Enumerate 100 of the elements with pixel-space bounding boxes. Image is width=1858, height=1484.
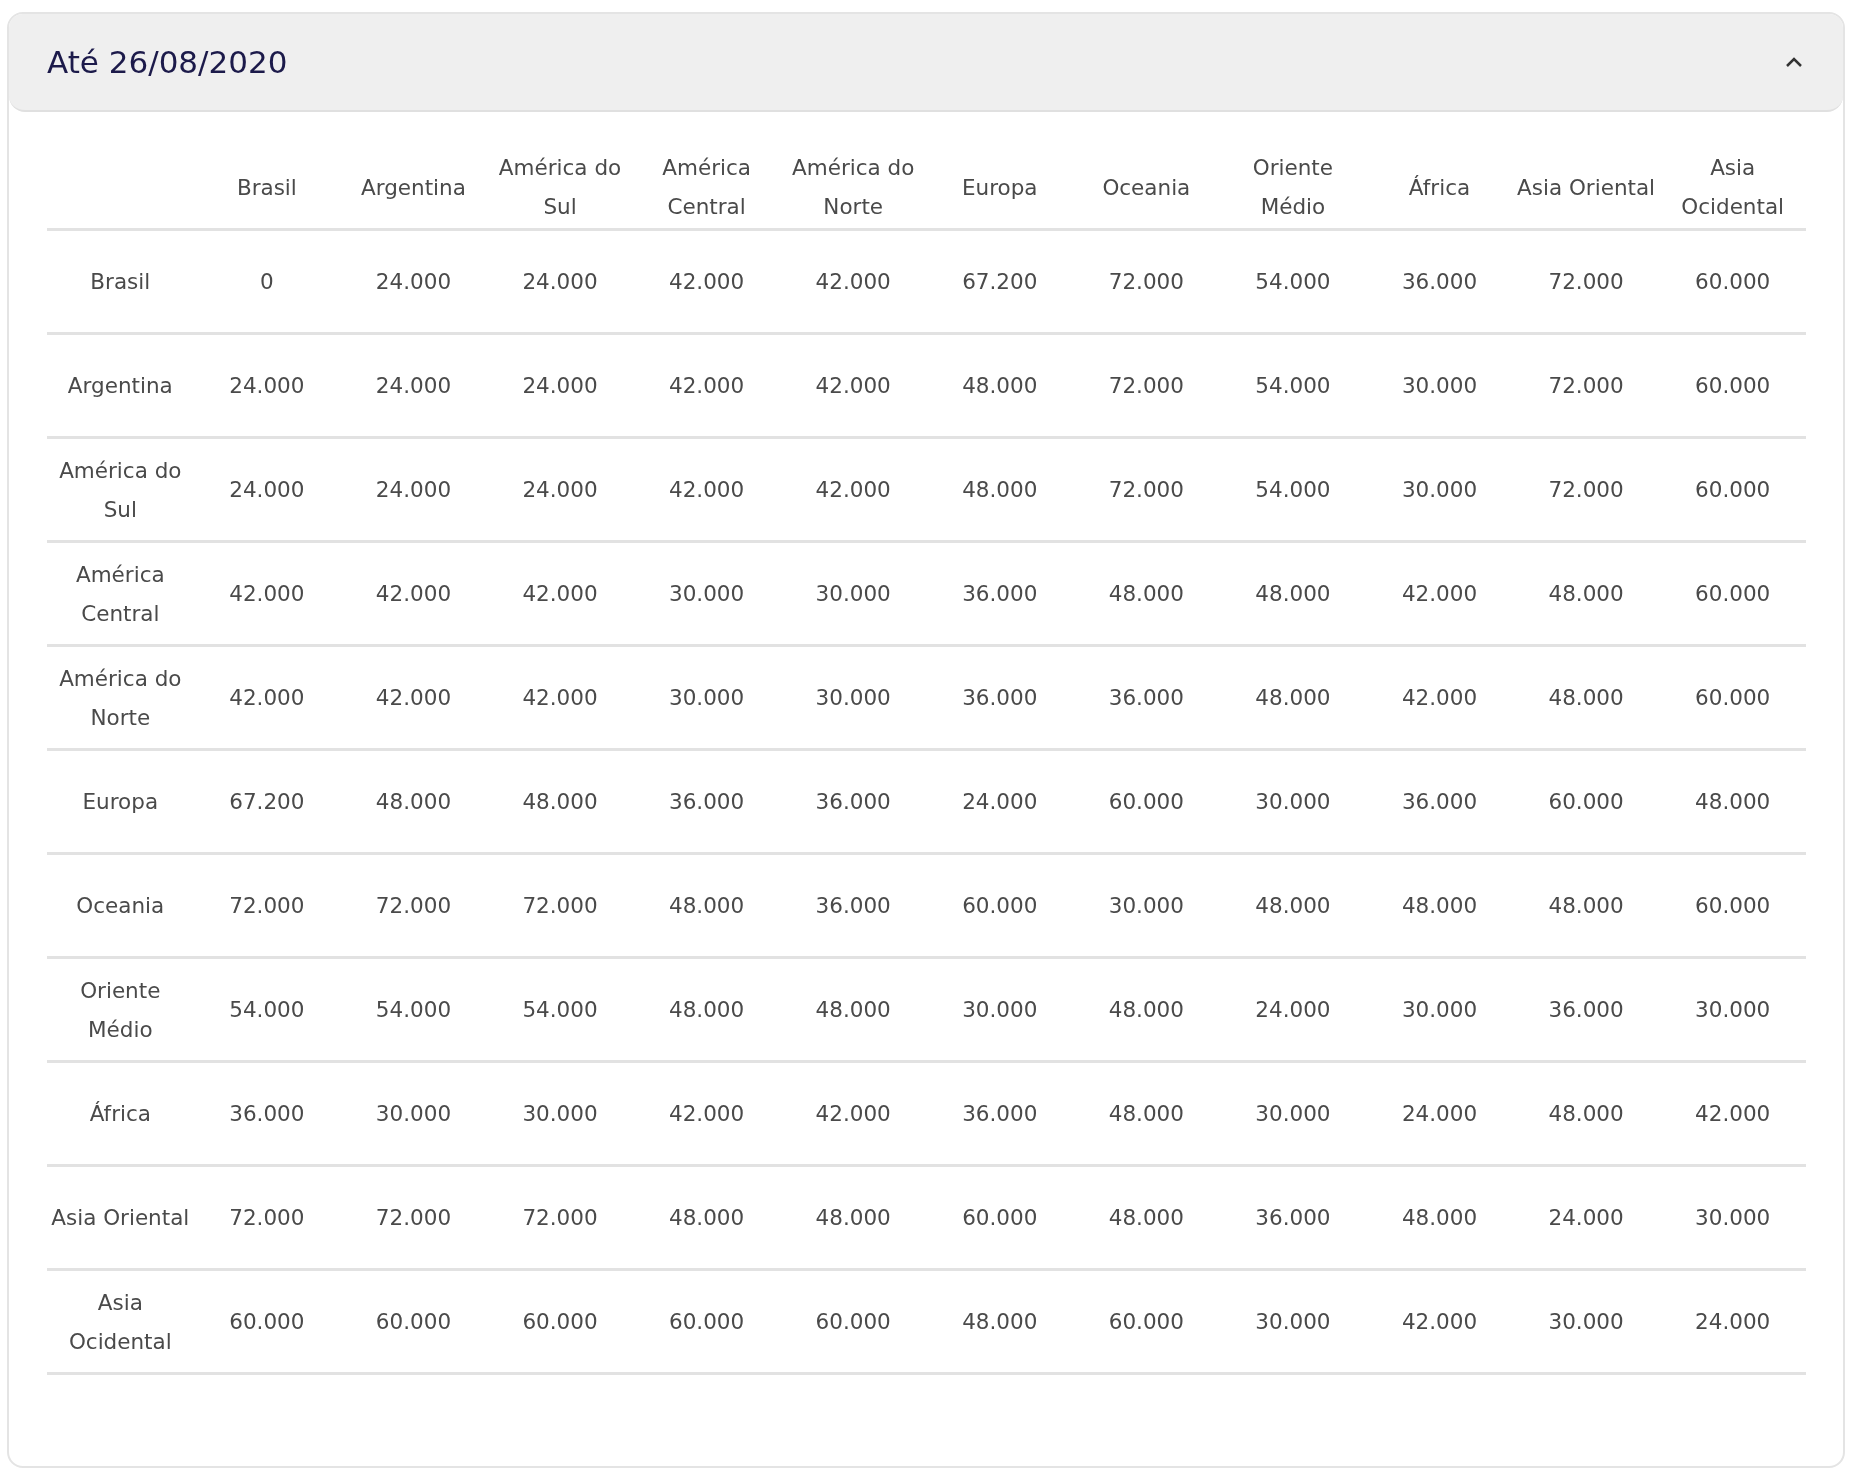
- row-header: Oriente Médio: [47, 957, 194, 1062]
- table-cell: 67.200: [193, 749, 341, 854]
- table-cell: 48.000: [1219, 645, 1367, 750]
- table-cell: 60.000: [1659, 437, 1806, 542]
- table-cell: 54.000: [340, 957, 487, 1062]
- table-cell: 48.000: [1073, 541, 1220, 646]
- table-cell: 48.000: [486, 749, 634, 854]
- table-cell: 24.000: [193, 437, 341, 542]
- table-cell: 60.000: [1659, 229, 1806, 334]
- column-header: Oriente Médio: [1219, 146, 1367, 230]
- table-cell: 30.000: [779, 541, 927, 646]
- column-header: Brasil: [193, 146, 341, 230]
- table-cell: 60.000: [1659, 853, 1806, 958]
- table-cell: 30.000: [1366, 437, 1513, 542]
- table-cell: 42.000: [340, 541, 487, 646]
- table-cell: 72.000: [193, 853, 341, 958]
- table-cell: 42.000: [779, 229, 927, 334]
- table-cell: 30.000: [1366, 957, 1513, 1062]
- table-cell: 30.000: [633, 541, 780, 646]
- table-cell: 42.000: [486, 541, 634, 646]
- column-header: Asia Ocidental: [1659, 146, 1806, 230]
- column-header: África: [1366, 146, 1513, 230]
- table-cell: 60.000: [779, 1269, 927, 1374]
- row-header: América Central: [47, 541, 194, 646]
- table-cell: 60.000: [1073, 1269, 1220, 1374]
- table-cell: 48.000: [633, 1165, 780, 1270]
- table-cell: 42.000: [1366, 645, 1513, 750]
- table-cell: 60.000: [1512, 749, 1660, 854]
- table-cell: 24.000: [486, 229, 634, 334]
- column-header: Europa: [926, 146, 1074, 230]
- table-cell: 42.000: [779, 1061, 927, 1166]
- table-cell: 24.000: [340, 437, 487, 542]
- table-cell: 60.000: [1659, 645, 1806, 750]
- table-cell: 48.000: [1512, 1061, 1660, 1166]
- table-cell: 36.000: [193, 1061, 341, 1166]
- row-header: Brasil: [47, 229, 194, 334]
- table-cell: 54.000: [1219, 333, 1367, 438]
- table-cell: 42.000: [1366, 1269, 1513, 1374]
- table-cell: 24.000: [1366, 1061, 1513, 1166]
- table-cell: 48.000: [926, 333, 1074, 438]
- table-cell: 72.000: [486, 1165, 634, 1270]
- table-cell: 24.000: [926, 749, 1074, 854]
- table-cell: 30.000: [1219, 749, 1367, 854]
- table-cell: 48.000: [340, 749, 487, 854]
- table-cell: 42.000: [1366, 541, 1513, 646]
- table-cell: 42.000: [633, 1061, 780, 1166]
- table-cell: 48.000: [1512, 853, 1660, 958]
- table-cell: 30.000: [926, 957, 1074, 1062]
- table-cell: 48.000: [926, 437, 1074, 542]
- table-cell: 48.000: [926, 1269, 1074, 1374]
- table-cell: 48.000: [1659, 749, 1806, 854]
- table-cell: 72.000: [486, 853, 634, 958]
- table-cell: 30.000: [340, 1061, 487, 1166]
- table-cell: 54.000: [1219, 437, 1367, 542]
- table-cell: 48.000: [1366, 1165, 1513, 1270]
- table-cell: 42.000: [193, 541, 341, 646]
- table-cell: 72.000: [1073, 333, 1220, 438]
- table-cell: 60.000: [193, 1269, 341, 1374]
- table-cell: 48.000: [1073, 1165, 1220, 1270]
- table-cell: 36.000: [1512, 957, 1660, 1062]
- table-cell: 42.000: [633, 437, 780, 542]
- table-cell: 36.000: [926, 541, 1074, 646]
- table-cell: 24.000: [1659, 1269, 1806, 1374]
- table-cell: 24.000: [486, 333, 634, 438]
- table-cell: 72.000: [340, 1165, 487, 1270]
- column-header: América Central: [633, 146, 780, 230]
- table-cell: 36.000: [926, 645, 1074, 750]
- table-cell: 60.000: [926, 853, 1074, 958]
- column-header: América do Sul: [486, 146, 634, 230]
- column-header: Argentina: [340, 146, 487, 230]
- accordion-header[interactable]: Até 26/08/2020: [9, 14, 1843, 112]
- row-header: Oceania: [47, 853, 194, 958]
- table-cell: 36.000: [1073, 645, 1220, 750]
- table-cell: 36.000: [1366, 749, 1513, 854]
- table-cell: 24.000: [486, 437, 634, 542]
- table-cell: 42.000: [633, 333, 780, 438]
- table-cell: 67.200: [926, 229, 1074, 334]
- row-header: Asia Ocidental: [47, 1269, 194, 1374]
- table-cell: 30.000: [1073, 853, 1220, 958]
- row-header: Europa: [47, 749, 194, 854]
- table-cell: 30.000: [1219, 1269, 1367, 1374]
- table-cell: 60.000: [340, 1269, 487, 1374]
- table-cell: 36.000: [1366, 229, 1513, 334]
- table-cell: 24.000: [1512, 1165, 1660, 1270]
- table-cell: 36.000: [779, 749, 927, 854]
- table-cell: 0: [193, 229, 341, 334]
- table-cell: 24.000: [340, 333, 487, 438]
- column-header: América do Norte: [779, 146, 927, 230]
- table-cell: 72.000: [1512, 333, 1660, 438]
- table-cell: 48.000: [1073, 957, 1220, 1062]
- row-header: Argentina: [47, 333, 194, 438]
- table-cell: 60.000: [926, 1165, 1074, 1270]
- table-cell: 42.000: [779, 333, 927, 438]
- row-header: Asia Oriental: [47, 1165, 194, 1270]
- table-cell: 42.000: [779, 437, 927, 542]
- table-cell: 42.000: [340, 645, 487, 750]
- table-cell: 72.000: [193, 1165, 341, 1270]
- table-cell: 42.000: [486, 645, 634, 750]
- table-cell: 48.000: [779, 957, 927, 1062]
- table-cell: 54.000: [1219, 229, 1367, 334]
